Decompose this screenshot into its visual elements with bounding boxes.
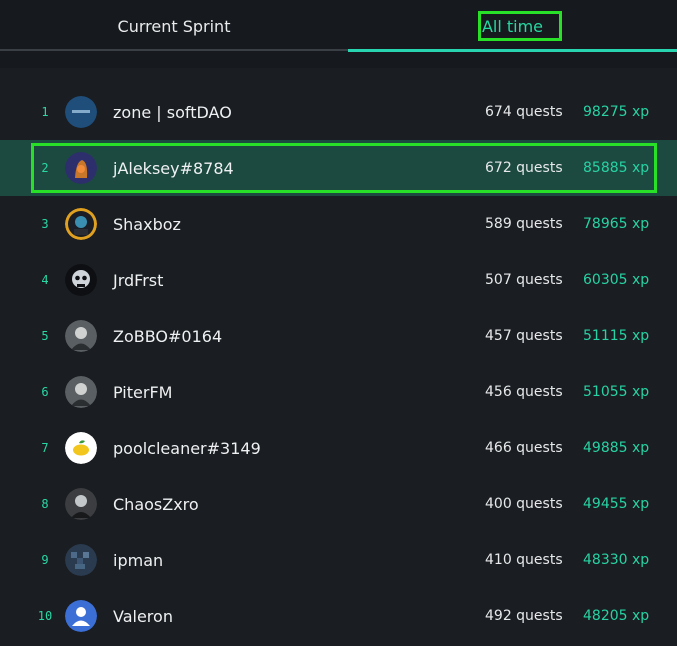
leaderboard-row[interactable]: 6 PiterFM 456 quests 51055 xp — [0, 364, 677, 420]
xp-value: 49455 xp — [583, 496, 650, 512]
header-spacer — [0, 52, 677, 68]
leaderboard-row[interactable]: 2 jAleksey#8784 672 quests 85885 xp — [0, 140, 677, 196]
user-name[interactable]: Shaxboz — [113, 196, 181, 252]
leaderboard-row[interactable]: 8 ChaosZxro 400 quests 49455 xp — [0, 476, 677, 532]
quest-count: 492 quests — [485, 608, 563, 624]
leaderboard-row[interactable]: 3 Shaxboz 589 quests 78965 xp — [0, 196, 677, 252]
xp-value: 48330 xp — [583, 552, 650, 568]
xp-value: 85885 xp — [583, 160, 650, 176]
leaderboard-row[interactable]: 4 JrdFrst 507 quests 60305 xp — [0, 252, 677, 308]
lemon-avatar[interactable] — [65, 432, 97, 464]
quest-count: 400 quests — [485, 496, 563, 512]
quest-count: 457 quests — [485, 328, 563, 344]
user-name[interactable]: jAleksey#8784 — [113, 140, 234, 196]
rank-number: 6 — [41, 385, 49, 399]
xp-value: 78965 xp — [583, 216, 650, 232]
rank-number: 4 — [41, 273, 49, 287]
dark-character-avatar[interactable] — [65, 208, 97, 240]
rank-number: 5 — [41, 329, 49, 343]
quest-count: 410 quests — [485, 552, 563, 568]
quest-count: 456 quests — [485, 384, 563, 400]
leaderboard-row[interactable]: 9 ipman 410 quests 48330 xp — [0, 532, 677, 588]
user-name[interactable]: ZoBBO#0164 — [113, 308, 222, 364]
tab-label: Current Sprint — [117, 16, 231, 36]
character-avatar[interactable] — [65, 320, 97, 352]
tab-underline — [0, 49, 348, 51]
leaderboard-row[interactable]: 7 poolcleaner#3149 466 quests 49885 xp — [0, 420, 677, 476]
user-name[interactable]: JrdFrst — [113, 252, 163, 308]
tab-current-sprint[interactable]: Current Sprint — [0, 0, 348, 52]
xp-value: 51055 xp — [583, 384, 650, 400]
quest-count: 589 quests — [485, 216, 563, 232]
rank-number: 10 — [37, 609, 53, 623]
softdao-logo-avatar[interactable] — [65, 96, 97, 128]
rank-number: 3 — [41, 217, 49, 231]
user-name[interactable]: ChaosZxro — [113, 476, 199, 532]
xp-value: 48205 xp — [583, 608, 650, 624]
leaderboard-row[interactable]: 1 zone | softDAO 674 quests 98275 xp — [0, 84, 677, 140]
rank-number: 1 — [41, 105, 49, 119]
skull-avatar[interactable] — [65, 264, 97, 296]
quest-count: 672 quests — [485, 160, 563, 176]
quest-count: 507 quests — [485, 272, 563, 288]
quest-count: 466 quests — [485, 440, 563, 456]
rank-number: 9 — [41, 553, 49, 567]
character-avatar[interactable] — [65, 376, 97, 408]
xp-value: 98275 xp — [583, 104, 650, 120]
leaderboard-row[interactable]: 5 ZoBBO#0164 457 quests 51115 xp — [0, 308, 677, 364]
xp-value: 60305 xp — [583, 272, 650, 288]
user-name[interactable]: ipman — [113, 532, 163, 588]
hooded-figure-avatar[interactable] — [65, 152, 97, 184]
xp-value: 49885 xp — [583, 440, 650, 456]
rank-number: 7 — [41, 441, 49, 455]
default-user-avatar[interactable] — [65, 600, 97, 632]
tab-bar: Current Sprint All time — [0, 0, 677, 52]
pixel-avatar[interactable] — [65, 544, 97, 576]
leaderboard-row[interactable]: 10 Valeron 492 quests 48205 xp — [0, 588, 677, 644]
user-name[interactable]: poolcleaner#3149 — [113, 420, 261, 476]
quest-count: 674 quests — [485, 104, 563, 120]
portrait-avatar[interactable] — [65, 488, 97, 520]
rank-number: 8 — [41, 497, 49, 511]
user-name[interactable]: Valeron — [113, 588, 173, 644]
user-name[interactable]: zone | softDAO — [113, 84, 232, 140]
user-name[interactable]: PiterFM — [113, 364, 172, 420]
xp-value: 51115 xp — [583, 328, 650, 344]
tab-highlight-box — [478, 11, 562, 41]
rank-number: 2 — [41, 161, 49, 175]
